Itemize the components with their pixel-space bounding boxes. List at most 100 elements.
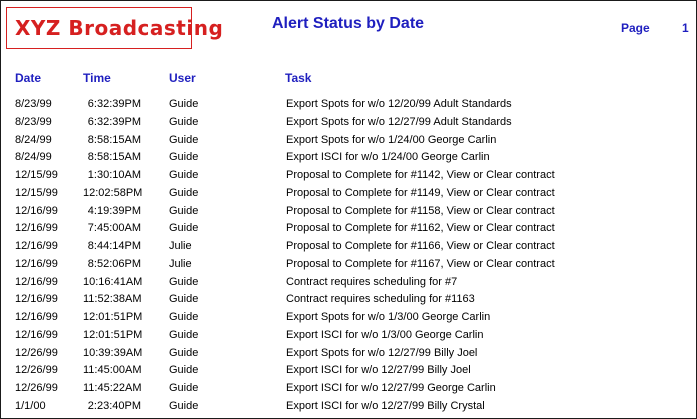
- table-row: 12/26/99 11:45:22AM Guide Export ISCI for w…: [1, 380, 696, 398]
- cell-time: 8:58:15AM: [87, 151, 141, 164]
- cell-time: 11:45:22AM: [83, 382, 142, 394]
- cell-task: Export Spots for w/o 12/27/99 Billy Joel: [286, 346, 478, 359]
- cell-date: 8/23/99: [15, 98, 52, 110]
- cell-user: Guide: [169, 169, 199, 181]
- cell-time: 11:45:00AM: [83, 364, 142, 377]
- cell-task: Export Spots for w/o 12/27/99 Adult Stan…: [286, 115, 512, 128]
- table-row: 12/15/99 12:02:58PM Guide Proposal to Compl…: [1, 185, 696, 203]
- cell-time: 6:32:39PM: [87, 98, 141, 110]
- table-row: 8/24/99 8:58:15AM Guide Export ISCI for w/o…: [1, 149, 696, 167]
- cell-user: Julie: [169, 240, 192, 252]
- cell-date: 12/15/99: [15, 169, 58, 181]
- cell-date: 12/26/99: [15, 346, 58, 359]
- cell-date: 8/24/99: [15, 133, 52, 146]
- cell-time: 8:44:14PM: [87, 240, 141, 252]
- cell-date: 12/26/99: [15, 364, 58, 377]
- cell-time: 10:16:41AM: [83, 275, 143, 288]
- cell-date: 8/24/99: [15, 151, 52, 164]
- table-row: 12/16/99 8:52:06PM Julie Proposal to Comple…: [1, 256, 696, 274]
- column-header-task: Task: [285, 71, 312, 85]
- cell-user: Guide: [169, 222, 199, 235]
- cell-user: Guide: [169, 311, 199, 323]
- table-row: 12/16/99 10:16:41AM Guide Contract requires…: [1, 274, 696, 292]
- alert-table-body: 8/23/99 6:32:39PM Guide Export Spots for w/…: [1, 96, 696, 416]
- cell-date: 12/16/99: [15, 293, 58, 306]
- cell-date: 12/16/99: [15, 311, 58, 323]
- cell-task: Export ISCI for w/o 12/27/99 Billy Joel: [286, 364, 471, 377]
- table-row: 12/16/99 4:19:39PM Guide Proposal to Comple…: [1, 203, 696, 221]
- company-logo: XYZ Broadcasting: [6, 7, 223, 49]
- logo-text: XYZ Broadcasting: [15, 16, 224, 40]
- cell-user: Guide: [169, 98, 199, 110]
- cell-time: 7:45:00AM: [87, 222, 141, 235]
- table-row: 1/1/00 2:23:40PM Guide Export ISCI for w/o …: [1, 398, 696, 416]
- table-row: 12/26/99 10:39:39AM Guide Export Spots for …: [1, 345, 696, 363]
- cell-task: Export ISCI for w/o 12/27/99 Billy Cryst…: [286, 399, 485, 412]
- column-header-user: User: [169, 71, 196, 85]
- cell-task: Export ISCI for w/o 1/3/00 George Carlin: [286, 328, 484, 341]
- table-row: 12/26/99 11:45:00AM Guide Export ISCI for w…: [1, 362, 696, 380]
- table-row: 12/16/99 12:01:51PM Guide Export Spots for …: [1, 309, 696, 327]
- cell-task: Contract requires scheduling for #7: [286, 275, 458, 288]
- cell-time: 2:23:40PM: [87, 399, 141, 412]
- cell-user: Guide: [169, 115, 199, 128]
- cell-user: Guide: [169, 133, 199, 146]
- cell-user: Guide: [169, 382, 199, 394]
- column-header-date: Date: [15, 71, 42, 85]
- column-header-time: Time: [83, 71, 111, 85]
- cell-date: 12/16/99: [15, 328, 58, 341]
- cell-time: 8:58:15AM: [87, 133, 141, 146]
- page-number: 1: [682, 21, 689, 35]
- cell-task: Contract requires scheduling for #1163: [286, 293, 475, 306]
- cell-task: Proposal to Complete for #1142, View or …: [286, 169, 555, 181]
- cell-user: Julie: [169, 257, 192, 270]
- cell-date: 12/26/99: [15, 382, 58, 394]
- cell-user: Guide: [169, 275, 199, 288]
- cell-user: Guide: [169, 328, 199, 341]
- table-row: 8/23/99 6:32:39PM Guide Export Spots for w/…: [1, 114, 696, 132]
- cell-task: Proposal to Complete for #1166, View or …: [286, 240, 555, 252]
- cell-date: 1/1/00: [15, 399, 46, 412]
- cell-task: Export ISCI for w/o 1/24/00 George Carli…: [286, 151, 490, 164]
- cell-date: 12/16/99: [15, 240, 58, 252]
- page-label: Page: [621, 21, 650, 35]
- cell-date: 12/16/99: [15, 275, 58, 288]
- cell-time: 4:19:39PM: [87, 204, 141, 217]
- cell-user: Guide: [169, 364, 199, 377]
- cell-user: Guide: [169, 186, 199, 199]
- cell-user: Guide: [169, 399, 199, 412]
- cell-time: 12:01:51PM: [83, 311, 143, 323]
- cell-user: Guide: [169, 293, 199, 306]
- cell-time: 8:52:06PM: [87, 257, 141, 270]
- cell-task: Proposal to Complete for #1167, View or …: [286, 257, 555, 270]
- cell-user: Guide: [169, 204, 199, 217]
- cell-task: Export Spots for w/o 1/3/00 George Carli…: [286, 311, 491, 323]
- cell-date: 12/15/99: [15, 186, 58, 199]
- table-row: 8/23/99 6:32:39PM Guide Export Spots for w/…: [1, 96, 696, 114]
- cell-date: 12/16/99: [15, 222, 58, 235]
- cell-time: 12:02:58PM: [83, 186, 143, 199]
- cell-user: Guide: [169, 151, 199, 164]
- table-row: 12/16/99 8:44:14PM Julie Proposal to Comple…: [1, 238, 696, 256]
- cell-time: 6:32:39PM: [87, 115, 141, 128]
- table-row: 12/16/99 7:45:00AM Guide Proposal to Comple…: [1, 220, 696, 238]
- report-page: XYZ Broadcasting Alert Status by Date Pa…: [0, 0, 697, 419]
- table-row: 8/24/99 8:58:15AM Guide Export Spots for w/…: [1, 132, 696, 150]
- cell-task: Export Spots for w/o 1/24/00 George Carl…: [286, 133, 497, 146]
- cell-date: 12/16/99: [15, 257, 58, 270]
- cell-task: Export ISCI for w/o 12/27/99 George Carl…: [286, 382, 496, 394]
- table-row: 12/16/99 11:52:38AM Guide Contract requires…: [1, 291, 696, 309]
- report-title: Alert Status by Date: [272, 15, 425, 32]
- cell-time: 12:01:51PM: [83, 328, 143, 341]
- cell-time: 10:39:39AM: [83, 346, 143, 359]
- cell-date: 8/23/99: [15, 115, 52, 128]
- cell-task: Proposal to Complete for #1149, View or …: [286, 186, 555, 199]
- table-row: 12/16/99 12:01:51PM Guide Export ISCI for w…: [1, 327, 696, 345]
- cell-task: Export Spots for w/o 12/20/99 Adult Stan…: [286, 98, 512, 110]
- cell-task: Proposal to Complete for #1162, View or …: [286, 222, 555, 235]
- cell-date: 12/16/99: [15, 204, 58, 217]
- table-row: 12/15/99 1:30:10AM Guide Proposal to Comple…: [1, 167, 696, 185]
- cell-task: Proposal to Complete for #1158, View or …: [286, 204, 555, 217]
- cell-time: 11:52:38AM: [83, 293, 142, 306]
- cell-time: 1:30:10AM: [87, 169, 141, 181]
